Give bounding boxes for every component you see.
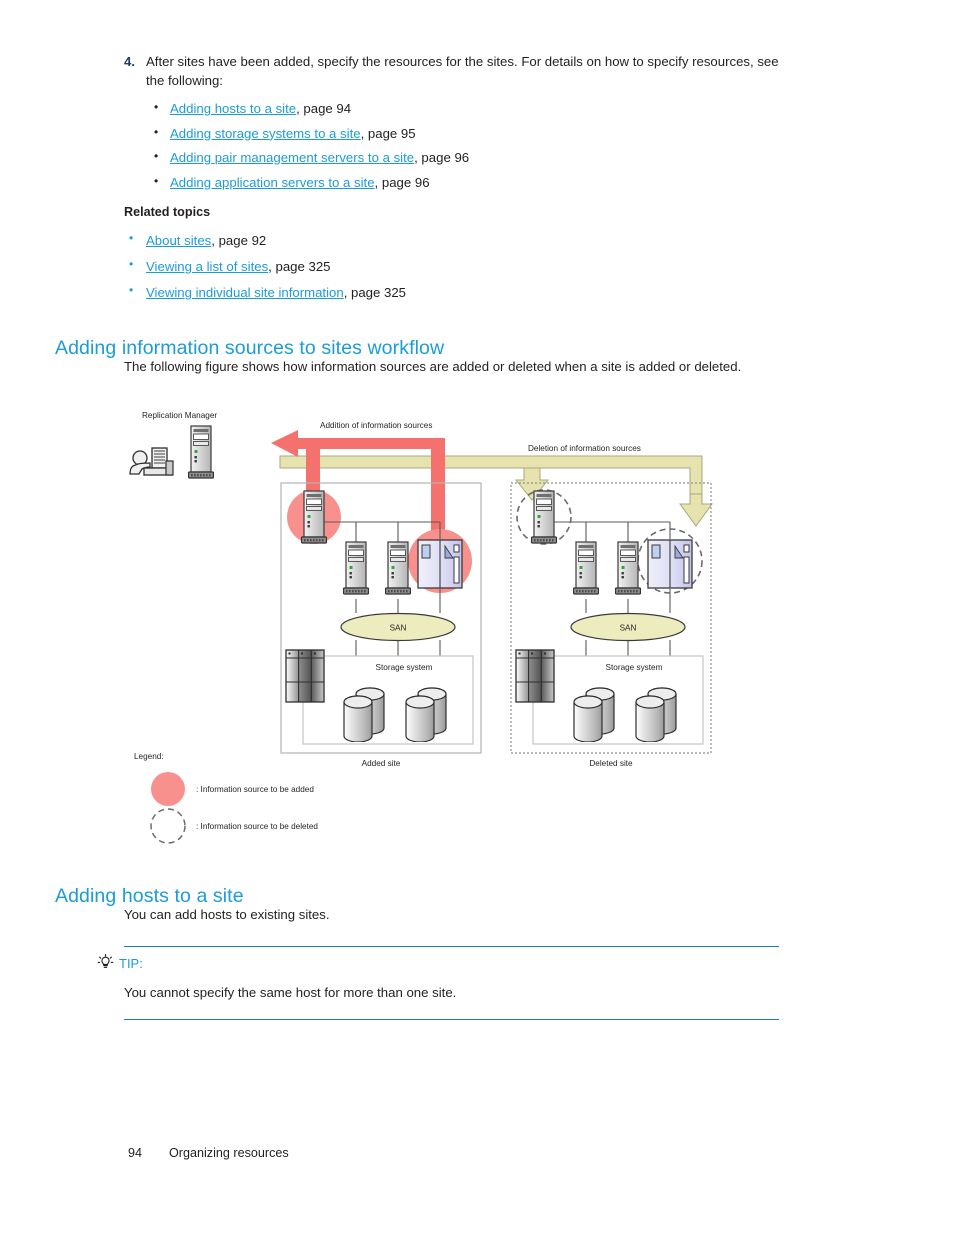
- page-ref: , page 96: [414, 150, 470, 165]
- deletion-label: Deletion of information sources: [528, 444, 641, 453]
- deleted-site-server-icon-2: [615, 541, 641, 595]
- list-item: Adding hosts to a site, page 94: [146, 98, 784, 118]
- document-page: 4. After sites have been added, specify …: [0, 0, 954, 1235]
- added-site-caption: Added site: [362, 759, 401, 768]
- step-link-list: Adding hosts to a site, page 94 Adding s…: [146, 98, 784, 192]
- legend-title: Legend:: [134, 752, 164, 761]
- tip-header: TIP:: [97, 954, 779, 972]
- tip-rule-bottom: [124, 1019, 779, 1020]
- added-site-app-server-icon: [417, 539, 463, 589]
- legend-deleted-label: : Information source to be deleted: [196, 822, 318, 831]
- related-topics-list: About sites, page 92 Viewing a list of s…: [124, 229, 644, 309]
- storage-rack-icon-right: [515, 649, 555, 703]
- footer-page-number: 94: [128, 1146, 143, 1160]
- replication-manager-group: Replication Manager: [129, 411, 217, 479]
- workflow-diagram: Replication Manager Addition of informat…: [128, 408, 728, 858]
- page-ref: , page 96: [374, 174, 430, 190]
- link-viewing-list-of-sites[interactable]: Viewing a list of sites: [146, 259, 268, 274]
- tip-note: TIP: You cannot specify the same host fo…: [97, 946, 779, 1020]
- disk-array-right-1: [573, 687, 615, 742]
- step-text: After sites have been added, specify the…: [146, 54, 779, 88]
- added-site-host-icon: [301, 490, 327, 544]
- list-item: Viewing individual site information, pag…: [124, 281, 644, 302]
- legend-group: Legend: : Information source to be added…: [134, 752, 318, 844]
- deleted-site-app-server-icon: [647, 539, 693, 589]
- disk-array-right-2: [635, 687, 677, 742]
- link-adding-hosts[interactable]: Adding hosts to a site: [170, 101, 296, 116]
- link-adding-storage-systems[interactable]: Adding storage systems to a site: [170, 126, 361, 141]
- page-ref: , page 94: [296, 101, 352, 116]
- step-body: After sites have been added, specify the…: [146, 52, 784, 197]
- legend-added-label: : Information source to be added: [196, 785, 314, 794]
- list-item: Adding application servers to a site, pa…: [146, 172, 784, 192]
- step-number: 4.: [124, 54, 135, 69]
- link-viewing-individual-site-information[interactable]: Viewing individual site information: [146, 285, 344, 300]
- tip-label: TIP:: [119, 955, 143, 971]
- page-footer: 94 Organizing resources: [128, 1146, 289, 1160]
- list-item: About sites, page 92: [124, 229, 644, 250]
- disk-array-left-2: [405, 687, 447, 742]
- paragraph-hosts: You can add hosts to existing sites.: [124, 907, 330, 922]
- page-ref: , page 325: [268, 259, 331, 274]
- page-ref: , page 95: [360, 125, 416, 141]
- replication-manager-label: Replication Manager: [142, 411, 217, 420]
- page-ref: , page 92: [211, 233, 267, 248]
- deleted-site-server-icon-1: [573, 541, 599, 595]
- list-item: Viewing a list of sites, page 325: [124, 255, 644, 276]
- addition-label: Addition of information sources: [320, 421, 432, 430]
- lightbulb-icon: [97, 954, 114, 972]
- operator-icon: [129, 447, 174, 476]
- list-item: Adding pair management servers to a site…: [146, 147, 784, 167]
- replication-manager-server-icon: [188, 425, 214, 479]
- added-site-server-icon-2: [385, 541, 411, 595]
- legend-deleted-swatch: [150, 808, 186, 844]
- list-item: Adding storage systems to a site, page 9…: [146, 123, 784, 143]
- san-label-left: SAN: [390, 624, 407, 633]
- disk-array-left-1: [343, 687, 385, 742]
- san-label-right: SAN: [620, 624, 637, 633]
- added-site-group: SAN Storage system Added site: [280, 482, 482, 768]
- storage-rack-icon-left: [285, 649, 325, 703]
- paragraph-workflow: The following figure shows how informati…: [124, 359, 742, 374]
- deletion-flow-pipe: [279, 455, 713, 527]
- numbered-step: 4. After sites have been added, specify …: [124, 52, 784, 197]
- link-adding-application-servers[interactable]: Adding application servers to a site: [170, 175, 375, 190]
- deleted-site-group: SAN Storage system Deleted site: [510, 482, 712, 768]
- link-adding-pair-management-servers[interactable]: Adding pair management servers to a site: [170, 150, 414, 165]
- related-topics-heading: Related topics: [124, 205, 211, 219]
- link-about-sites[interactable]: About sites: [146, 233, 211, 248]
- storage-system-label-left: Storage system: [376, 663, 433, 672]
- page-ref: , page 325: [343, 285, 407, 300]
- tip-text: You cannot specify the same host for mor…: [124, 985, 457, 1000]
- tip-rule-top: [124, 946, 779, 947]
- footer-chapter: Organizing resources: [169, 1146, 289, 1160]
- added-site-server-icon-1: [343, 541, 369, 595]
- legend-added-swatch: [151, 772, 185, 806]
- deleted-site-host-icon: [531, 490, 557, 544]
- deleted-site-caption: Deleted site: [589, 759, 633, 768]
- storage-system-label-right: Storage system: [606, 663, 663, 672]
